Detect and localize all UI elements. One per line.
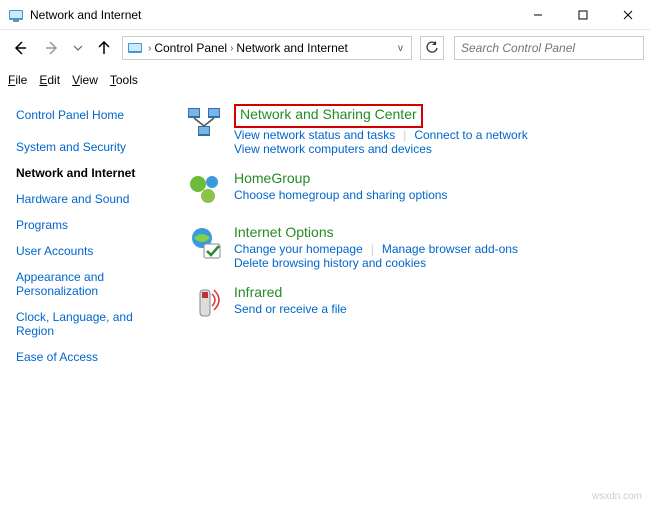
sidebar-item-network-internet[interactable]: Network and Internet [16, 166, 170, 180]
link-delete-history[interactable]: Delete browsing history and cookies [234, 256, 426, 270]
menu-view[interactable]: View [72, 73, 98, 87]
control-panel-small-icon [127, 40, 143, 56]
forward-button[interactable] [38, 34, 66, 62]
sidebar-item-clock-language[interactable]: Clock, Language, and Region [16, 310, 170, 338]
link-view-network-status[interactable]: View network status and tasks [234, 128, 395, 142]
maximize-button[interactable] [560, 0, 605, 30]
category-internet-options: Internet Options Change your homepage | … [186, 224, 644, 270]
menu-tools[interactable]: Tools [110, 73, 138, 87]
link-view-network-computers[interactable]: View network computers and devices [234, 142, 432, 156]
link-send-receive-file[interactable]: Send or receive a file [234, 302, 347, 316]
sidebar-item-appearance[interactable]: Appearance and Personalization [16, 270, 170, 298]
breadcrumb-root[interactable]: Control Panel [154, 41, 227, 55]
breadcrumb-chevron-icon: › [148, 43, 151, 54]
watermark: wsxdn.com [592, 491, 642, 502]
link-manage-addons[interactable]: Manage browser add-ons [382, 242, 518, 256]
window-controls [515, 0, 650, 30]
close-button[interactable] [605, 0, 650, 30]
up-button[interactable] [90, 34, 118, 62]
category-title-network-sharing[interactable]: Network and Sharing Center [240, 106, 417, 122]
link-homegroup-options[interactable]: Choose homegroup and sharing options [234, 188, 447, 202]
main-panel: Network and Sharing Center View network … [180, 96, 650, 376]
sidebar-item-system-security[interactable]: System and Security [16, 140, 170, 154]
search-input[interactable] [454, 36, 644, 60]
category-title-infrared[interactable]: Infrared [234, 284, 644, 300]
control-panel-icon [8, 7, 24, 23]
category-homegroup: HomeGroup Choose homegroup and sharing o… [186, 170, 644, 210]
sidebar-home[interactable]: Control Panel Home [16, 108, 170, 122]
window-title: Network and Internet [30, 8, 515, 22]
minimize-button[interactable] [515, 0, 560, 30]
highlight-annotation: Network and Sharing Center [234, 104, 423, 128]
breadcrumb-current[interactable]: Network and Internet [236, 41, 347, 55]
menu-bar: File Edit View Tools [0, 68, 650, 92]
infrared-icon [186, 284, 226, 324]
navigation-bar: › Control Panel › Network and Internet v [0, 30, 650, 66]
sidebar: Control Panel Home System and Security N… [0, 96, 180, 376]
menu-edit[interactable]: Edit [39, 73, 60, 87]
breadcrumb-chevron-icon: › [230, 43, 233, 54]
homegroup-icon [186, 170, 226, 210]
back-button[interactable] [6, 34, 34, 62]
menu-file[interactable]: File [8, 73, 27, 87]
category-title-homegroup[interactable]: HomeGroup [234, 170, 644, 186]
sidebar-item-user-accounts[interactable]: User Accounts [16, 244, 170, 258]
sidebar-item-ease-of-access[interactable]: Ease of Access [16, 350, 170, 364]
category-network-sharing: Network and Sharing Center View network … [186, 104, 644, 156]
sidebar-item-hardware-sound[interactable]: Hardware and Sound [16, 192, 170, 206]
network-sharing-icon [186, 104, 226, 144]
content-area: Control Panel Home System and Security N… [0, 96, 650, 376]
link-change-homepage[interactable]: Change your homepage [234, 242, 363, 256]
sidebar-item-programs[interactable]: Programs [16, 218, 170, 232]
recent-dropdown[interactable] [70, 34, 86, 62]
category-infrared: Infrared Send or receive a file [186, 284, 644, 324]
address-dropdown-icon[interactable]: v [394, 43, 407, 54]
refresh-button[interactable] [420, 36, 444, 60]
internet-options-icon [186, 224, 226, 264]
address-bar[interactable]: › Control Panel › Network and Internet v [122, 36, 412, 60]
titlebar: Network and Internet [0, 0, 650, 30]
link-connect-network[interactable]: Connect to a network [414, 128, 527, 142]
category-title-internet-options[interactable]: Internet Options [234, 224, 644, 240]
